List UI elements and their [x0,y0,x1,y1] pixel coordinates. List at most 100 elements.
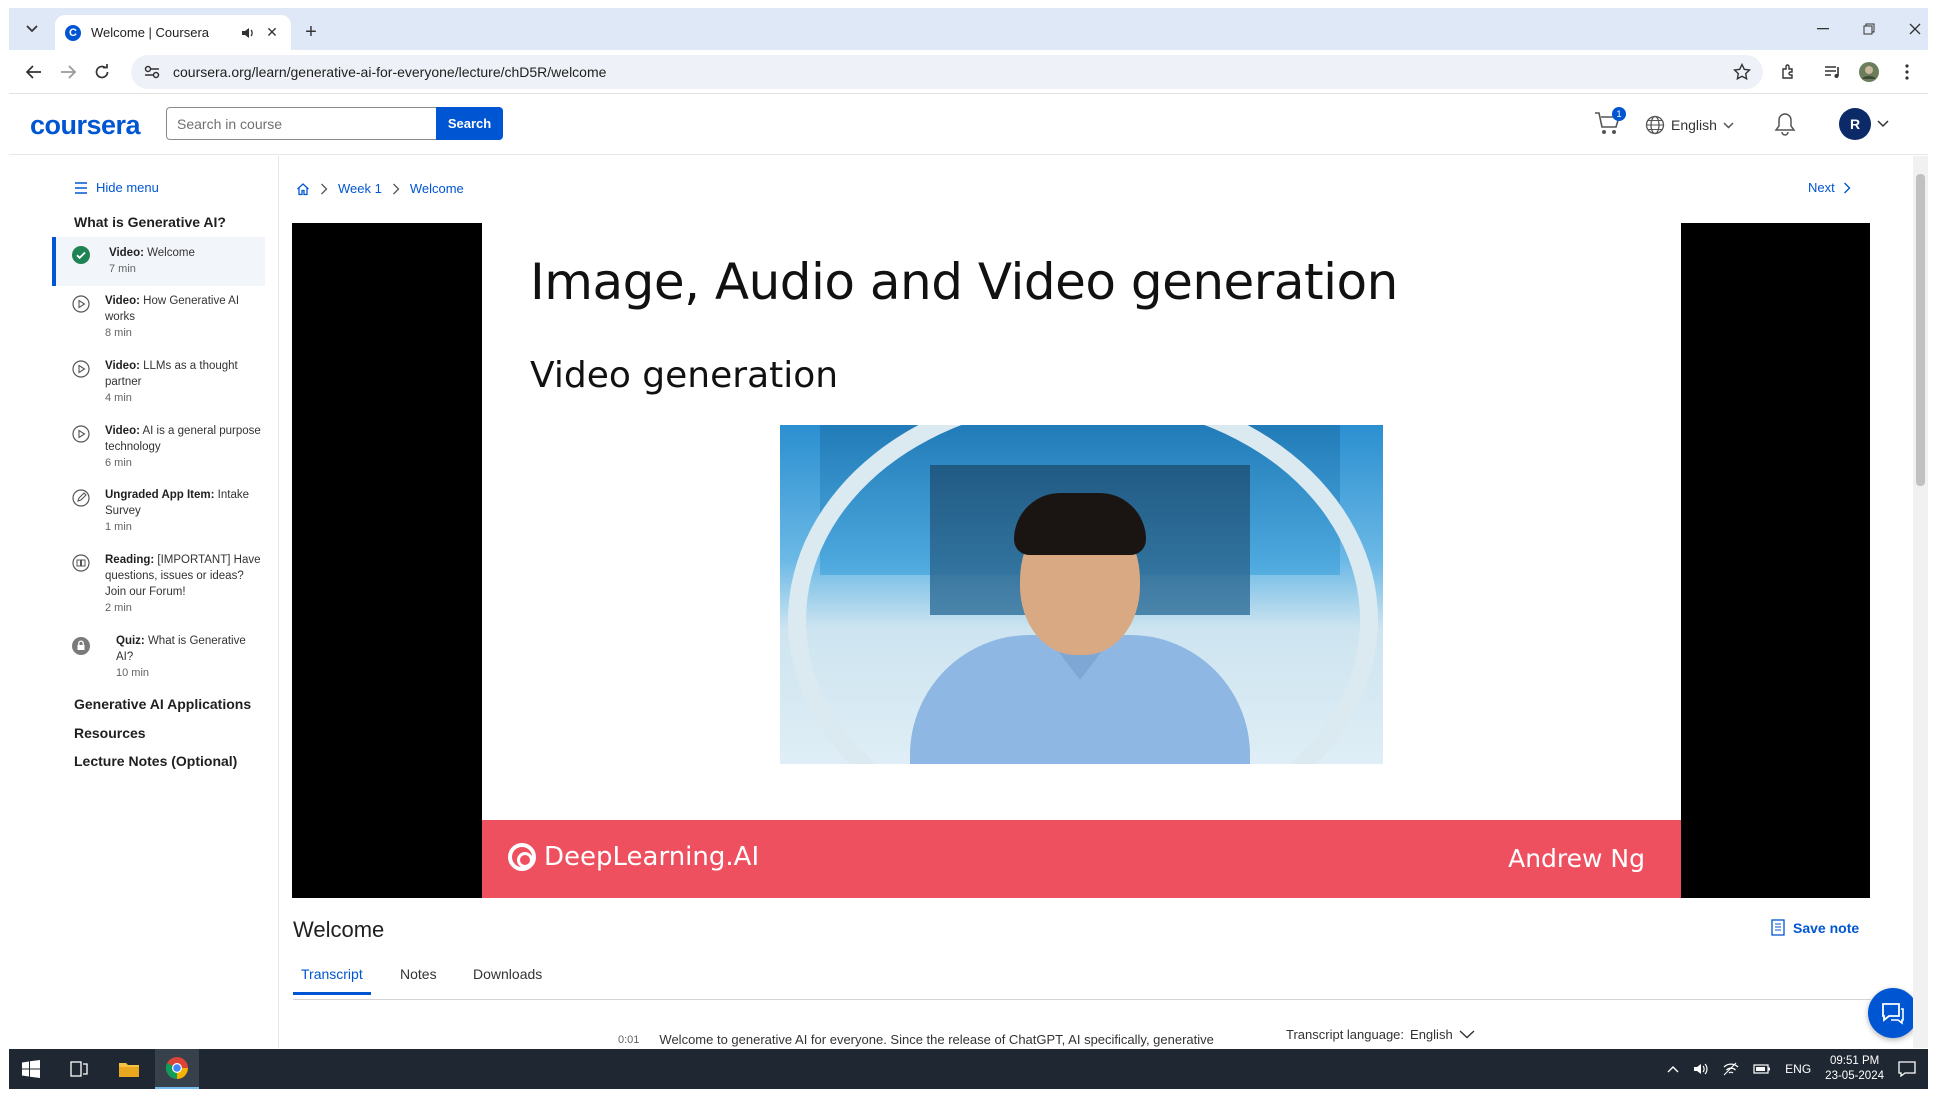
lecture-tabs: Transcript Notes Downloads [293,962,1871,1000]
module-link[interactable]: Lecture Notes (Optional) [74,753,237,769]
hide-menu-button[interactable]: Hide menu [74,180,159,195]
chevron-right-icon [1843,182,1851,193]
reading-book-icon [72,554,90,572]
chevron-down-icon [1723,121,1734,129]
screen: C Welcome | Coursera ✕ + coursera.org/le… [0,0,1937,1097]
clock-time: 09:51 PM [1829,1055,1880,1067]
cart-icon[interactable]: 1 [1594,107,1626,139]
coursera-favicon-icon: C [65,24,81,41]
input-language[interactable]: ENG [1785,1062,1811,1076]
search-input[interactable] [166,107,436,140]
deeplearning-logo: DeepLearning.AI [508,842,759,872]
file-explorer-icon[interactable] [107,1049,151,1089]
save-note-label: Save note [1793,919,1860,936]
item-type: Video: [109,247,144,259]
browser-toolbar: coursera.org/learn/generative-ai-for-eve… [9,50,1928,94]
chevron-up-icon[interactable] [1667,1065,1679,1073]
extensions-puzzle-icon[interactable] [1777,60,1801,84]
list-item[interactable]: Video: AI is a general purpose technolog… [52,423,265,469]
new-tab-plus-icon[interactable]: + [299,20,323,44]
coursera-logo[interactable]: coursera [30,110,141,141]
item-duration: 2 min [105,602,132,614]
home-icon[interactable] [296,182,310,196]
list-item[interactable]: Video: Welcome 7 min [52,237,265,286]
module-title[interactable]: What is Generative AI? [74,214,226,230]
back-arrow-icon[interactable] [21,59,47,85]
task-view-icon[interactable] [57,1049,101,1089]
play-circle-icon [72,360,90,378]
hamburger-icon [75,181,87,194]
windows-start-icon[interactable] [9,1049,53,1089]
tab-downloads[interactable]: Downloads [465,966,550,992]
notifications-bell-icon[interactable] [1774,112,1798,136]
speaker-icon[interactable] [239,24,257,42]
lecture-title: Welcome [293,917,385,942]
item-duration: 7 min [109,263,136,275]
module-link[interactable]: Resources [74,725,146,741]
site-settings-icon[interactable] [143,63,161,81]
item-duration: 4 min [105,392,132,404]
browser-menu-kebab-icon[interactable] [1895,60,1919,84]
list-item[interactable]: Quiz: What is Generative AI? 10 min [52,633,265,679]
browser-tab-bar: C Welcome | Coursera ✕ + [9,8,1928,50]
clock-date: 23-05-2024 [1825,1070,1884,1082]
app-item-icon [72,489,90,507]
reload-icon[interactable] [89,59,115,85]
site-header: coursera Search 1 English R [9,95,1928,155]
bookmark-star-icon[interactable] [1732,62,1752,81]
page-scrollbar[interactable] [1913,156,1928,1048]
chat-bubble-icon [1882,1003,1904,1025]
list-item[interactable]: Video: LLMs as a thought partner 4 min [52,358,265,404]
url-text: coursera.org/learn/generative-ai-for-eve… [173,64,607,80]
transcript-language-label: Transcript language: [1286,1027,1405,1042]
restore-icon[interactable] [1849,16,1889,42]
scrollbar-thumb[interactable] [1916,174,1925,486]
save-note-button[interactable]: Save note [1771,919,1859,936]
system-tray: ENG 09:51 PM 23-05-2024 [1667,1049,1916,1089]
wifi-icon[interactable] [1723,1062,1739,1076]
chrome-icon[interactable] [155,1049,199,1089]
volume-icon[interactable] [1693,1062,1709,1076]
transcript-language-value: English [1410,1027,1453,1042]
battery-icon[interactable] [1753,1064,1771,1074]
video-player[interactable]: Image, Audio and Video generation Video … [292,223,1870,898]
media-control-icon[interactable] [1821,60,1845,84]
transcript-text: Welcome to generative AI for everyone. S… [659,1032,1214,1047]
forward-arrow-icon[interactable] [55,59,81,85]
breadcrumb-week-link[interactable]: Week 1 [338,181,382,196]
brand-name: DeepLearning.AI [544,842,760,872]
address-bar[interactable]: coursera.org/learn/generative-ai-for-eve… [131,55,1763,89]
list-item[interactable]: Video: How Generative AI works 8 min [52,293,265,339]
transcript-line[interactable]: 0:01 Welcome to generative AI for everyo… [618,1032,1214,1047]
clock[interactable]: 09:51 PM 23-05-2024 [1825,1054,1884,1084]
close-tab-icon[interactable]: ✕ [263,24,281,42]
next-button[interactable]: Next [1808,180,1851,195]
completed-check-icon [72,246,90,264]
transcript-timestamp[interactable]: 0:01 [618,1032,639,1047]
slide-subtitle: Video generation [530,355,839,396]
breadcrumb-current[interactable]: Welcome [410,181,464,196]
tab-search-chevron-icon[interactable] [19,16,45,42]
avatar: R [1839,108,1871,140]
transcript-language-selector[interactable]: Transcript language: English [1286,1027,1475,1042]
item-duration: 8 min [105,327,132,339]
module-link[interactable]: Generative AI Applications [74,696,251,712]
globe-icon [1645,115,1665,135]
profile-avatar-icon[interactable] [1857,60,1881,84]
notification-center-icon[interactable] [1898,1061,1916,1077]
list-item[interactable]: Reading: [IMPORTANT] Have questions, iss… [52,552,265,614]
language-selector[interactable]: English [1645,115,1734,135]
tab-notes[interactable]: Notes [392,966,445,992]
close-window-icon[interactable] [1895,16,1935,42]
chevron-right-icon [392,183,400,194]
minimize-icon[interactable] [1803,16,1843,42]
list-item[interactable]: Ungraded App Item: Intake Survey 1 min [52,487,265,533]
chevron-down-icon [1459,1030,1475,1039]
browser-tab-active[interactable]: C Welcome | Coursera ✕ [55,15,291,50]
search-button[interactable]: Search [436,107,503,140]
note-icon [1771,919,1785,936]
item-type: Ungraded App Item: [105,489,215,501]
tab-transcript[interactable]: Transcript [293,966,371,995]
chat-help-button[interactable] [1868,988,1918,1038]
user-menu[interactable]: R [1839,108,1889,140]
